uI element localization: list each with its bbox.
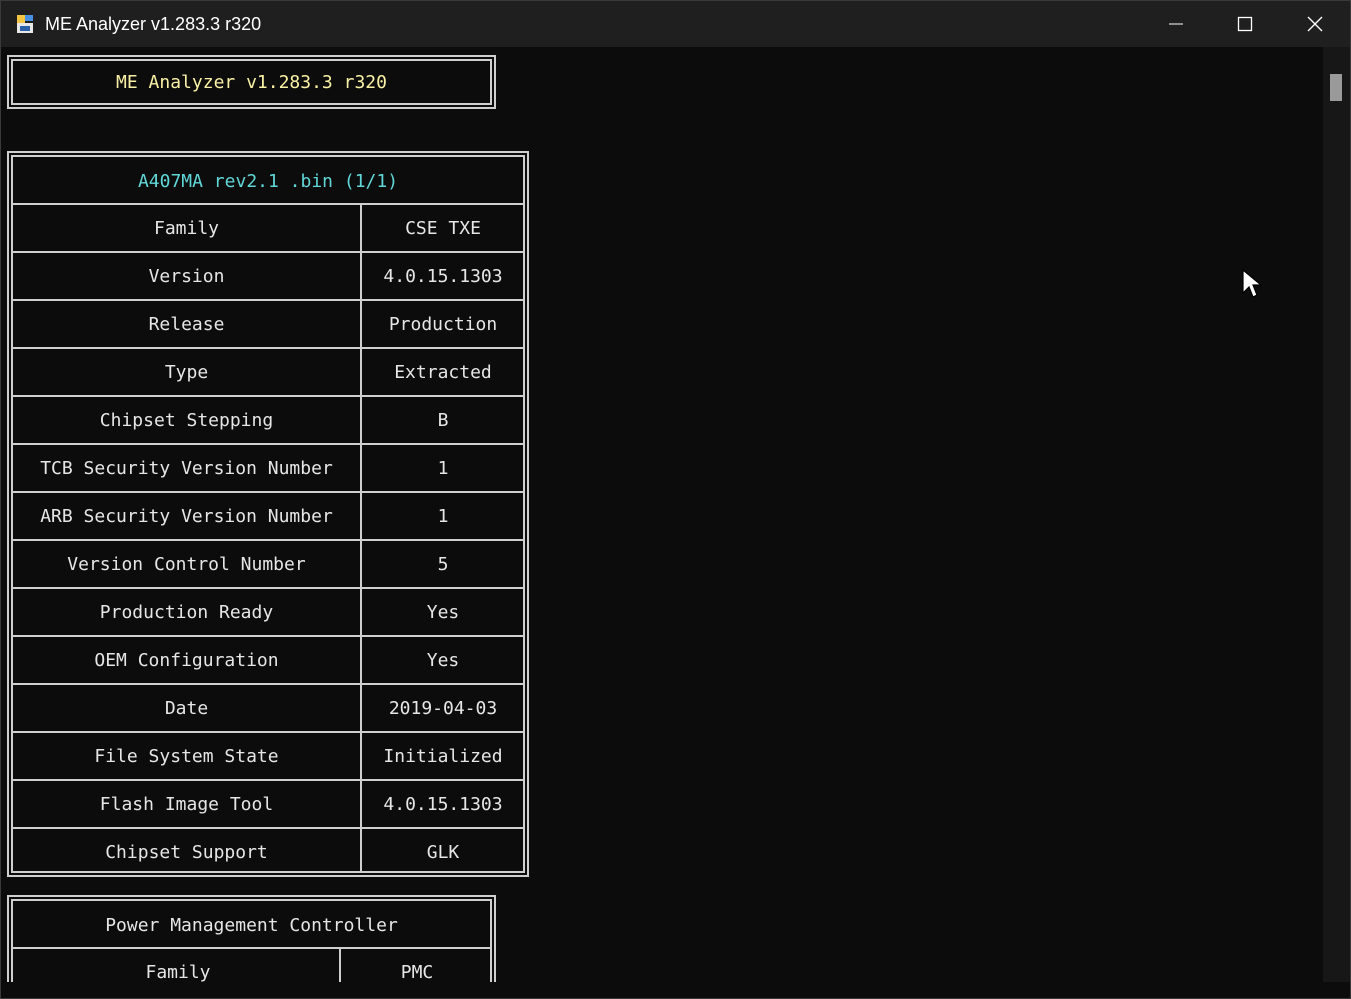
console-output: ME Analyzer v1.283.3 r320 A407MA rev2.1 … (1, 47, 1323, 982)
title-bar[interactable]: ME Analyzer v1.283.3 r320 (1, 1, 1350, 47)
row-value: Extracted (394, 361, 492, 383)
row-label: File System State (94, 745, 279, 767)
row-value: 2019-04-03 (388, 697, 498, 719)
header-title: ME Analyzer v1.283.3 r320 (116, 71, 387, 93)
row-value: Yes (426, 601, 460, 623)
column-divider (360, 203, 362, 873)
pmc-table: Power Management Controller Family PMC (7, 895, 496, 982)
firmware-table: A407MA rev2.1 .bin (1/1) Family CSE TXE Ve… (7, 151, 529, 877)
header-box: ME Analyzer v1.283.3 r320 (7, 55, 496, 109)
window-title: ME Analyzer v1.283.3 r320 (45, 14, 262, 34)
scrollbar-thumb[interactable] (1330, 74, 1342, 101)
row-label: Production Ready (99, 601, 274, 623)
pmc-table-title: Power Management Controller (105, 914, 398, 936)
firmware-table-title: A407MA rev2.1 .bin (1/1) (137, 170, 399, 192)
row-label: Type (164, 361, 209, 383)
row-value: 5 (437, 553, 449, 575)
row-value: 1 (437, 505, 449, 527)
row-label: OEM Configuration (94, 649, 279, 671)
row-label: ARB Security Version Number (40, 505, 333, 527)
row-label: Version Control Number (67, 553, 306, 575)
close-icon (1307, 16, 1323, 32)
maximize-icon (1237, 16, 1253, 32)
row-label: Version (148, 265, 225, 287)
mouse-pointer-icon (1242, 269, 1263, 298)
app-icon (17, 15, 33, 33)
row-value: CSE TXE (405, 217, 481, 239)
pmc-row-value: PMC (400, 961, 434, 983)
pmc-row-label: Family (145, 961, 211, 983)
row-value: GLK (426, 841, 460, 863)
vertical-scrollbar[interactable] (1323, 47, 1350, 982)
row-label: Flash Image Tool (99, 793, 274, 815)
minimize-icon (1169, 23, 1183, 25)
row-value: Initialized (383, 745, 503, 767)
row-label: Release (148, 313, 225, 335)
row-value: 1 (437, 457, 449, 479)
close-button[interactable] (1280, 1, 1350, 47)
row-value: Production (388, 313, 498, 335)
row-label: Date (164, 697, 209, 719)
row-label: Family (153, 217, 220, 239)
row-value: B (437, 409, 449, 431)
row-value: Yes (426, 649, 460, 671)
row-label: Chipset Stepping (99, 409, 274, 431)
row-label: Chipset Support (105, 841, 268, 863)
app-window: ME Analyzer v1.283.3 r320 ME Analyzer v1… (0, 0, 1351, 999)
row-value: 4.0.15.1303 (383, 793, 503, 815)
maximize-button[interactable] (1210, 1, 1280, 47)
row-value: 4.0.15.1303 (383, 265, 503, 287)
row-label: TCB Security Version Number (40, 457, 333, 479)
minimize-button[interactable] (1141, 1, 1211, 47)
